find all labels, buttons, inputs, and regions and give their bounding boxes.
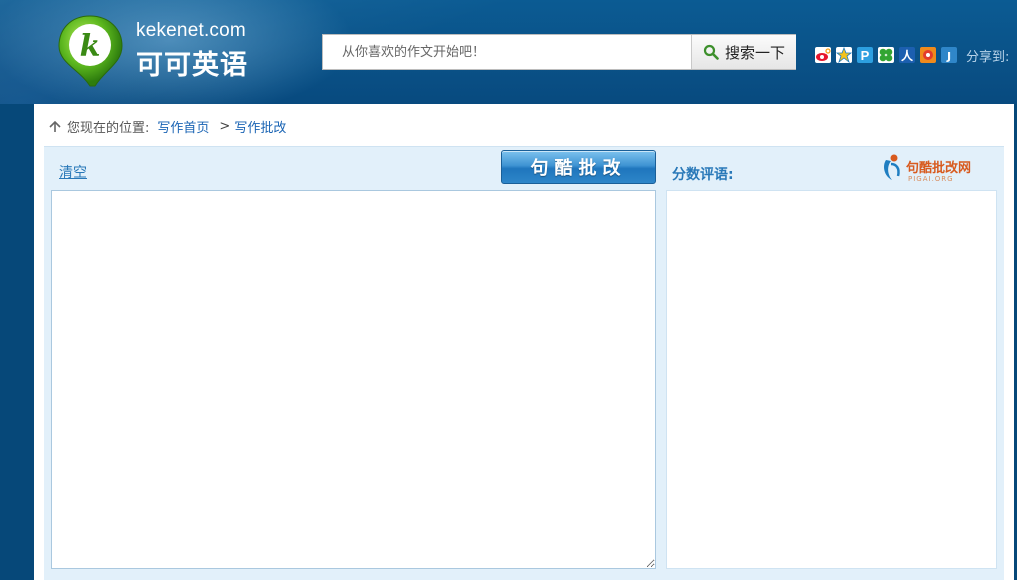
svg-text:k: k [80, 29, 101, 64]
tencent-weibo-icon[interactable]: P [857, 47, 873, 63]
svg-text:J: J [946, 50, 951, 63]
search-icon [703, 44, 719, 60]
pigai-brand-en: PIGAI.ORG [908, 175, 954, 183]
breadcrumb-home-link[interactable]: 写作首页 [157, 117, 209, 136]
breadcrumb: 您现在的位置: 写作首页 > 写作批改 [48, 117, 286, 136]
clear-button[interactable]: 清空 [59, 162, 87, 182]
share-label: 分享到: [966, 50, 1010, 65]
score-label: 分数评语: [672, 167, 734, 183]
search-input[interactable] [323, 35, 691, 69]
main-content: 您现在的位置: 写作首页 > 写作批改 清空 句酷批改 分数评语: 句酷批改网 … [34, 104, 1014, 580]
kekenet-logo-icon[interactable]: k [55, 10, 125, 90]
pigai-logo: 句酷批改网 PIGAI.ORG [880, 149, 984, 187]
douban-icon[interactable] [920, 47, 936, 63]
home-icon [49, 120, 61, 132]
search-button[interactable]: 搜索一下 [691, 35, 796, 69]
more-share-icon[interactable]: J [941, 47, 957, 63]
pigai-brand-cn: 句酷批改网 [906, 161, 972, 176]
share-icons: P 人 J [815, 46, 957, 64]
correction-panel: 清空 句酷批改 分数评语: 句酷批改网 PIGAI.ORG [44, 146, 1004, 580]
breadcrumb-separator: > [219, 119, 231, 134]
essay-input[interactable] [51, 190, 656, 569]
submit-correction-button[interactable]: 句酷批改 [501, 150, 656, 184]
breadcrumb-current-link[interactable]: 写作批改 [234, 117, 286, 136]
svg-text:P: P [861, 48, 870, 63]
search-button-label: 搜索一下 [724, 43, 785, 62]
breadcrumb-prefix: 您现在的位置: [67, 121, 150, 136]
renren-icon[interactable]: 人 [899, 47, 915, 63]
site-header: k kekenet.com 可可英语 搜索一下 P 人 [0, 0, 1017, 104]
svg-text:人: 人 [901, 48, 914, 63]
logo-domain: kekenet.com [136, 20, 246, 41]
logo-name: 可可英语 [136, 50, 248, 81]
search-bar: 搜索一下 [322, 34, 796, 70]
pigai-emblem-icon [884, 154, 900, 180]
weibo-icon[interactable] [815, 47, 831, 63]
qzone-icon[interactable] [835, 46, 853, 64]
kaixin-icon[interactable] [878, 47, 894, 63]
score-result-area [666, 190, 997, 569]
